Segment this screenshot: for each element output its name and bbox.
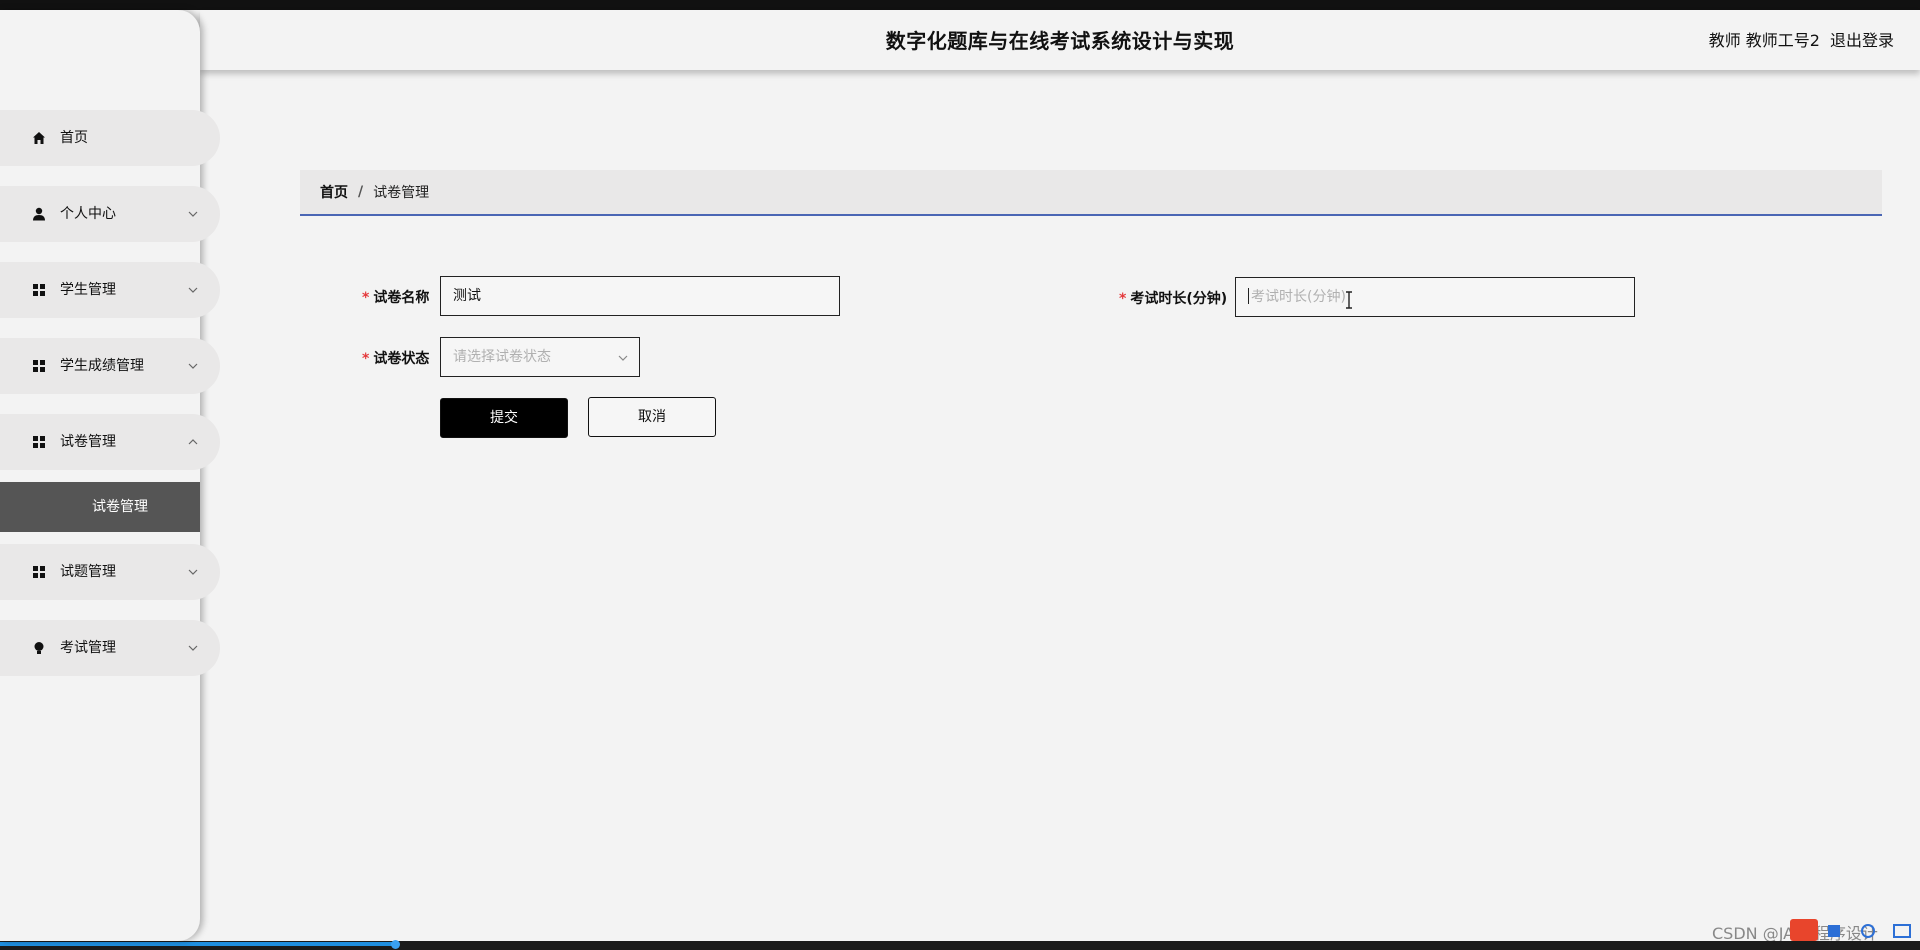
sidebar-subitem-paper-management[interactable]: 试卷管理 (0, 482, 200, 532)
chevron-up-icon (188, 439, 198, 445)
screen-top-bar (0, 0, 1920, 10)
sidebar-item-label: 考试管理 (60, 640, 116, 656)
sidebar-item-label: 学生管理 (60, 282, 116, 298)
home-icon (33, 132, 45, 144)
header-user-area: 教师 教师工号2 退出登录 (1709, 10, 1894, 72)
grid-icon (33, 566, 45, 578)
breadcrumb-home[interactable]: 首页 (320, 182, 348, 202)
grid-icon (33, 436, 45, 448)
duration-label: * 考试时长(分钟) (1119, 291, 1228, 307)
grid-icon (33, 284, 45, 296)
chevron-down-icon (188, 363, 198, 369)
sidebar-item-label: 试题管理 (60, 564, 116, 580)
ime-tray-icon (1790, 919, 1911, 941)
paper-status-label: * 试卷状态 (362, 351, 430, 367)
sidebar-item-grades[interactable]: 学生成绩管理 (0, 338, 220, 394)
breadcrumb-current: 试卷管理 (373, 185, 430, 201)
logout-link[interactable]: 退出登录 (1830, 10, 1894, 72)
sidebar-item-home[interactable]: 首页 (0, 110, 220, 166)
text-cursor-icon (1346, 291, 1352, 309)
chevron-down-icon (188, 211, 198, 217)
sidebar-item-questions[interactable]: 试题管理 (0, 544, 220, 600)
current-user: 教师 教师工号2 (1708, 31, 1820, 50)
sidebar-item-students[interactable]: 学生管理 (0, 262, 220, 318)
required-mark: * (1119, 291, 1127, 307)
sidebar-item-exams[interactable]: 考试管理 (0, 620, 220, 676)
sidebar-item-profile[interactable]: 个人中心 (0, 186, 220, 242)
grid-icon (33, 360, 45, 372)
sidebar-item-label: 试卷管理 (60, 434, 116, 450)
paper-name-input[interactable]: 测试 (440, 276, 840, 316)
paper-status-select[interactable]: 请选择试卷状态 (440, 337, 640, 377)
bulb-icon (34, 642, 44, 654)
sidebar: 首页 个人中心 学生管理 学生成绩管理 试卷管理 试卷管理 试题管理 考试管理 (0, 10, 220, 941)
breadcrumb: 首页 / 试卷管理 (300, 170, 1882, 216)
paper-name-label: * 试卷名称 (362, 290, 430, 306)
sidebar-item-papers[interactable]: 试卷管理 (0, 414, 220, 470)
chevron-down-icon (188, 569, 198, 575)
required-mark: * (362, 351, 370, 367)
breadcrumb-separator: / (358, 184, 364, 200)
chevron-down-icon (618, 355, 628, 361)
top-header: 数字化题库与在线考试系统设计与实现 教师 教师工号2 退出登录 (200, 10, 1920, 70)
required-mark: * (362, 290, 370, 306)
sidebar-item-label: 个人中心 (60, 206, 116, 222)
video-progress-bar[interactable] (0, 942, 396, 946)
text-caret (1248, 288, 1249, 304)
sidebar-item-label: 学生成绩管理 (60, 358, 144, 374)
duration-input[interactable]: 考试时长(分钟) (1235, 277, 1635, 317)
app-title: 数字化题库与在线考试系统设计与实现 (885, 29, 1235, 53)
submit-button[interactable]: 提交 (440, 398, 568, 438)
cancel-button[interactable]: 取消 (588, 397, 716, 437)
chevron-down-icon (188, 645, 198, 651)
user-icon (33, 207, 45, 221)
video-progress-handle[interactable] (391, 940, 400, 949)
sidebar-item-label: 首页 (60, 130, 88, 146)
chevron-down-icon (188, 287, 198, 293)
